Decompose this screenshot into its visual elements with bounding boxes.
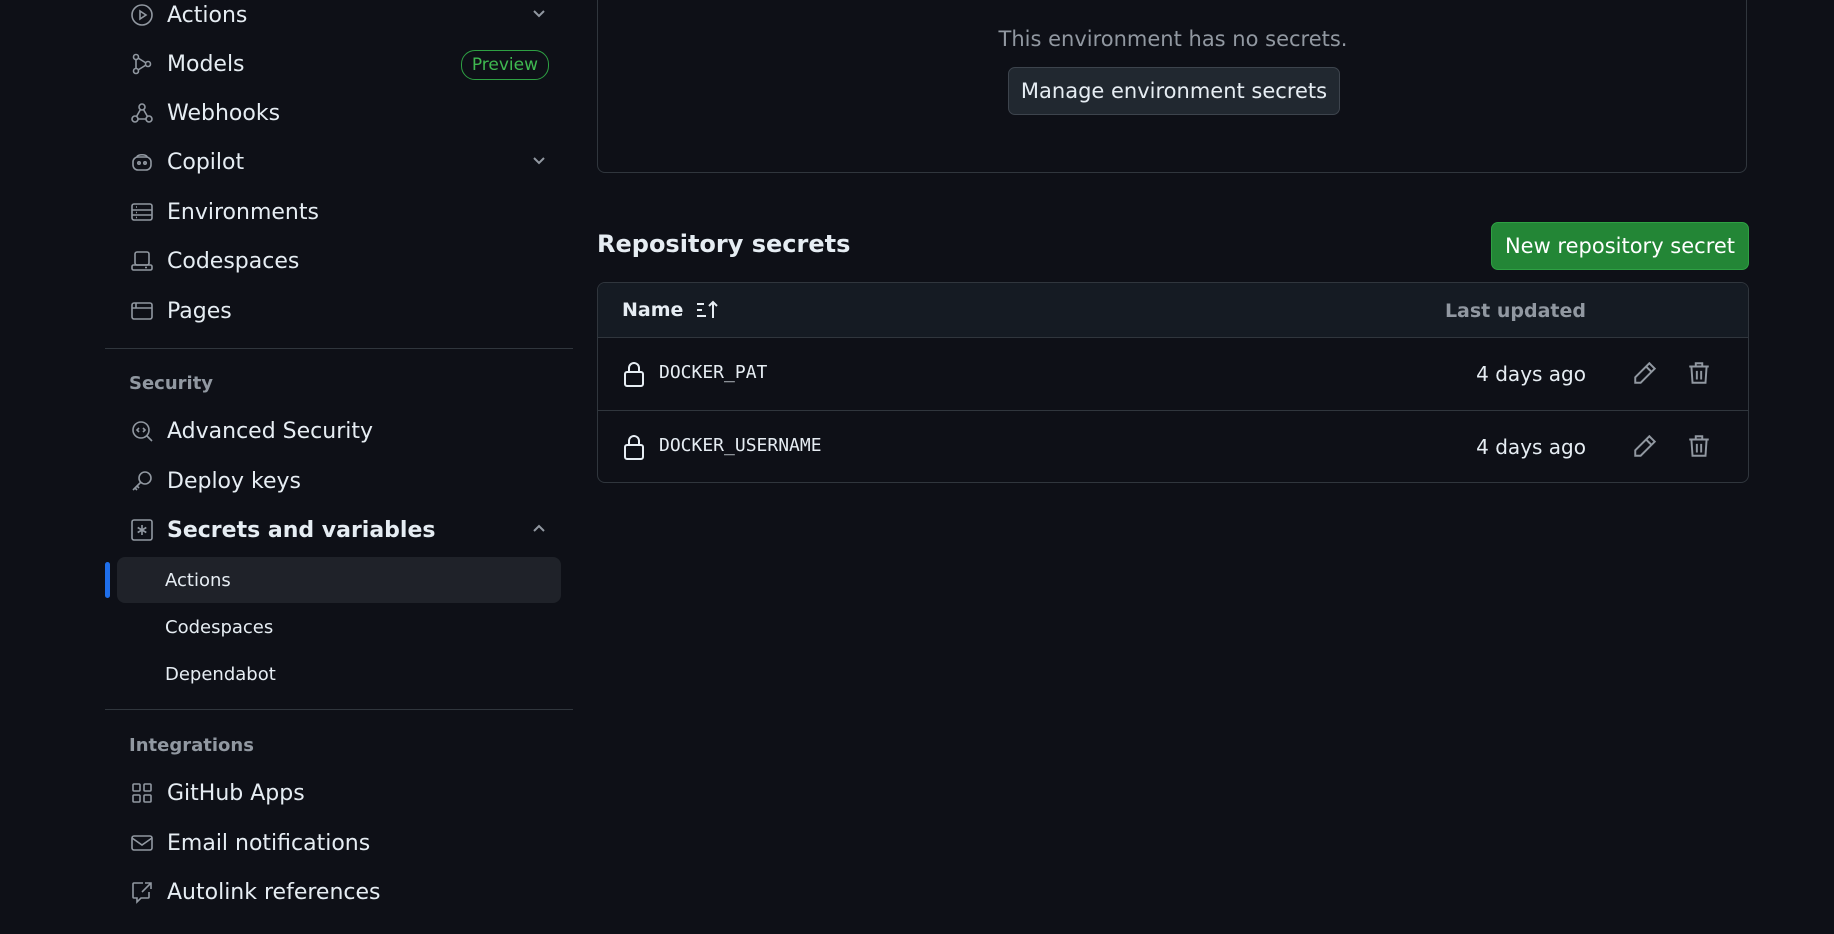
sidebar-item-label: Pages: [167, 298, 232, 324]
server-icon: [129, 199, 155, 225]
new-repository-secret-button[interactable]: New repository secret: [1491, 222, 1749, 270]
secrets-table: Name Last updated DOCKER_PAT 4 days ago …: [597, 282, 1749, 483]
edit-icon[interactable]: [1632, 433, 1660, 461]
trash-icon[interactable]: [1686, 433, 1714, 461]
table-header: Name Last updated: [598, 283, 1748, 338]
sidebar-item-webhooks[interactable]: Webhooks: [129, 93, 573, 133]
sidebar-item-label: Advanced Security: [167, 418, 374, 444]
sidebar-item-autolink-references[interactable]: Autolink references: [129, 872, 573, 912]
autolink-icon: [129, 879, 155, 905]
sidebar-item-label: Environments: [167, 199, 319, 225]
name-column-header[interactable]: Name: [622, 299, 719, 321]
secret-updated: 4 days ago: [1476, 362, 1586, 386]
models-icon: [129, 51, 155, 77]
secret-name: DOCKER_PAT: [659, 362, 768, 383]
sidebar-item-label: Actions: [167, 2, 248, 28]
sidebar-subitem-dependabot[interactable]: Dependabot: [117, 651, 561, 697]
table-row: DOCKER_USERNAME 4 days ago: [598, 411, 1748, 482]
name-column-label: Name: [622, 299, 684, 321]
sidebar-item-label: Models: [167, 51, 245, 77]
sidebar-item-label: Webhooks: [167, 100, 281, 126]
table-row: DOCKER_PAT 4 days ago: [598, 338, 1748, 411]
secret-name: DOCKER_USERNAME: [659, 435, 822, 456]
last-updated-column-header: Last updated: [1444, 300, 1586, 322]
mail-icon: [129, 830, 155, 856]
play-circle-icon: [129, 2, 155, 28]
sidebar-subitem-codespaces[interactable]: Codespaces: [117, 604, 561, 650]
lock-icon: [622, 433, 646, 461]
chevron-down-icon[interactable]: [529, 150, 549, 174]
security-heading: Security: [129, 373, 214, 394]
sidebar-item-copilot[interactable]: Copilot: [129, 142, 573, 182]
settings-sidebar: Actions Models Preview Webhooks Copilot …: [105, 0, 573, 934]
sidebar-item-label: Codespaces: [167, 248, 300, 274]
sidebar-item-label: Copilot: [167, 149, 245, 175]
repository-secrets-heading: Repository secrets: [597, 230, 851, 258]
lock-icon: [622, 360, 646, 388]
sidebar-item-label: Secrets and variables: [167, 517, 436, 543]
chevron-down-icon[interactable]: [529, 3, 549, 27]
trash-icon[interactable]: [1686, 360, 1714, 388]
manage-environment-secrets-button[interactable]: Manage environment secrets: [1008, 67, 1340, 115]
asterisk-icon: [129, 517, 155, 543]
secret-updated: 4 days ago: [1476, 435, 1586, 459]
codescan-icon: [129, 418, 155, 444]
sidebar-item-deploy-keys[interactable]: Deploy keys: [129, 461, 573, 501]
webhook-icon: [129, 100, 155, 126]
no-secrets-message: This environment has no secrets.: [998, 27, 1348, 51]
edit-icon[interactable]: [1632, 360, 1660, 388]
codespaces-icon: [129, 248, 155, 274]
sidebar-item-secrets-and-variables[interactable]: Secrets and variables: [129, 510, 573, 550]
main-content: This environment has no secrets. Manage …: [597, 0, 1749, 934]
sidebar-item-email-notifications[interactable]: Email notifications: [129, 823, 573, 863]
preview-badge: Preview: [460, 50, 549, 80]
sidebar-item-models[interactable]: Models Preview: [129, 44, 573, 84]
key-icon: [129, 468, 155, 494]
active-indicator: [105, 562, 110, 598]
apps-icon: [129, 780, 155, 806]
sidebar-subitem-actions[interactable]: Actions: [117, 557, 561, 603]
sidebar-item-label: Deploy keys: [167, 468, 301, 494]
sidebar-item-environments[interactable]: Environments: [129, 192, 573, 232]
divider: [105, 348, 573, 349]
sidebar-item-advanced-security[interactable]: Advanced Security: [129, 411, 573, 451]
sidebar-item-codespaces[interactable]: Codespaces: [129, 241, 573, 281]
copilot-icon: [129, 149, 155, 175]
sidebar-item-github-apps[interactable]: GitHub Apps: [129, 773, 573, 813]
divider: [105, 709, 573, 710]
chevron-up-icon[interactable]: [529, 518, 549, 542]
sidebar-item-label: Email notifications: [167, 830, 371, 856]
sidebar-item-actions[interactable]: Actions: [129, 0, 573, 35]
integrations-heading: Integrations: [129, 735, 254, 756]
sidebar-item-label: Autolink references: [167, 879, 381, 905]
sidebar-item-label: GitHub Apps: [167, 780, 305, 806]
sidebar-item-pages[interactable]: Pages: [129, 291, 573, 331]
sort-ascending-icon[interactable]: [695, 299, 719, 321]
browser-icon: [129, 298, 155, 324]
environment-secrets-box: This environment has no secrets. Manage …: [597, 0, 1747, 173]
